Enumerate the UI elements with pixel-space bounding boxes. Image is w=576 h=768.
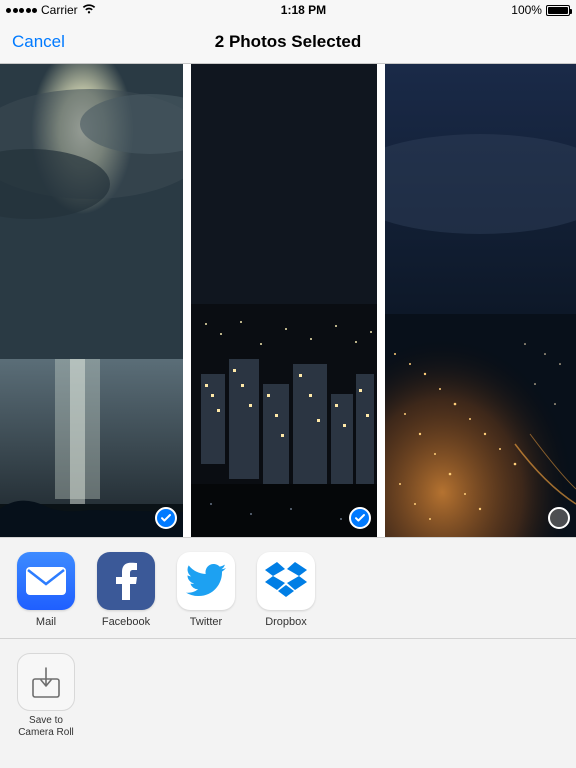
action-save-camera-roll[interactable]: Save to Camera Roll <box>16 653 76 739</box>
carrier-label: Carrier <box>41 3 78 17</box>
status-right: 100% <box>511 3 570 17</box>
clock: 1:18 PM <box>281 3 326 17</box>
share-app-mail[interactable]: Mail <box>16 552 76 628</box>
share-app-facebook[interactable]: Facebook <box>96 552 156 628</box>
page-title: 2 Photos Selected <box>215 32 361 52</box>
facebook-icon <box>97 552 155 610</box>
cancel-button[interactable]: Cancel <box>12 32 65 52</box>
share-app-dropbox[interactable]: Dropbox <box>256 552 316 628</box>
battery-percent: 100% <box>511 3 542 17</box>
save-icon <box>17 653 75 711</box>
share-app-label: Mail <box>16 616 76 628</box>
signal-strength-icon <box>6 8 37 13</box>
share-actions-row: Save to Camera Roll <box>0 639 576 753</box>
nav-bar: Cancel 2 Photos Selected <box>0 20 576 64</box>
selection-check-icon[interactable] <box>155 507 177 529</box>
status-bar: Carrier 1:18 PM 100% <box>0 0 576 20</box>
share-app-label: Facebook <box>96 616 156 628</box>
status-left: Carrier <box>6 3 96 17</box>
mail-icon <box>17 552 75 610</box>
wifi-icon <box>82 3 96 17</box>
share-app-label: Dropbox <box>256 616 316 628</box>
photo-thumbnail[interactable] <box>385 64 576 537</box>
share-apps-row: Mail Facebook Twitter Dropbox <box>0 537 576 639</box>
photo-thumbnail[interactable] <box>191 64 377 537</box>
photo-scroll[interactable] <box>0 64 576 537</box>
selection-check-icon[interactable] <box>548 507 570 529</box>
dropbox-icon <box>257 552 315 610</box>
photo-thumbnail[interactable] <box>0 64 183 537</box>
selection-check-icon[interactable] <box>349 507 371 529</box>
share-sheet: Mail Facebook Twitter Dropbox Save <box>0 537 576 768</box>
battery-icon <box>546 5 570 16</box>
share-app-label: Twitter <box>176 616 236 628</box>
share-app-twitter[interactable]: Twitter <box>176 552 236 628</box>
twitter-icon <box>177 552 235 610</box>
action-label: Save to Camera Roll <box>16 715 76 739</box>
